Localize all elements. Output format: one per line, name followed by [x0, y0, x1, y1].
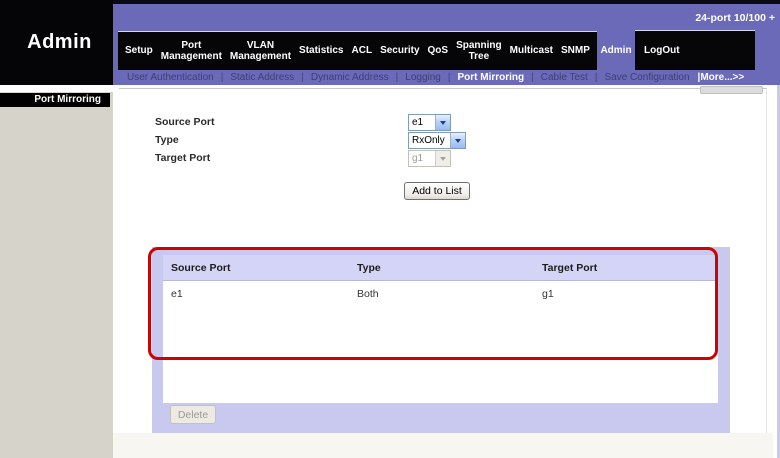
- nav-item-acl[interactable]: ACL: [349, 45, 376, 57]
- content-area: Source Port Type Target Port e1 RxOnly g…: [113, 85, 780, 458]
- mirror-list: Source Port Type Target Port e1 Both g1: [163, 255, 718, 403]
- device-model-label: 24-port 10/100 +: [695, 12, 775, 24]
- source-port-select[interactable]: e1: [408, 114, 451, 131]
- delete-button[interactable]: Delete: [170, 405, 216, 424]
- nav-item-qos[interactable]: QoS: [425, 45, 452, 57]
- sub-nav: User Authentication | Static Address | D…: [113, 70, 780, 85]
- nav-item-security[interactable]: Security: [377, 45, 422, 57]
- type-label: Type: [155, 134, 179, 146]
- page-title: Admin: [21, 31, 92, 54]
- target-port-select-disabled: g1: [408, 150, 451, 167]
- port-mirroring-page: 24-port 10/100 + Admin Setup PortManagem…: [0, 0, 780, 458]
- subnav-static-address[interactable]: Static Address: [230, 72, 294, 83]
- subnav-user-authentication[interactable]: User Authentication: [127, 72, 214, 83]
- subnav-separator: |: [595, 72, 598, 83]
- sidebar: Port Mirroring: [0, 85, 113, 458]
- content-top-divider: [119, 88, 767, 89]
- nav-item-snmp[interactable]: SNMP: [558, 45, 593, 57]
- chevron-down-icon: [450, 133, 465, 148]
- subnav-separator: |: [448, 72, 451, 83]
- nav-item-logout[interactable]: LogOut: [635, 30, 755, 70]
- subnav-separator: |: [221, 72, 224, 83]
- add-to-list-button[interactable]: Add to List: [404, 182, 470, 200]
- type-select[interactable]: RxOnly: [408, 132, 466, 149]
- subnav-more[interactable]: |More...>>: [698, 72, 745, 83]
- divider-bar: [700, 86, 763, 94]
- nav-item-admin-active[interactable]: Admin: [597, 31, 635, 70]
- column-target-port: Target Port: [542, 262, 597, 274]
- subnav-dynamic-address[interactable]: Dynamic Address: [311, 72, 389, 83]
- content-right-border: [766, 90, 767, 458]
- nav-item-vlan-management[interactable]: VLANManagement: [227, 40, 294, 63]
- main-nav: Setup PortManagement VLANManagement Stat…: [118, 31, 597, 70]
- subnav-cable-test[interactable]: Cable Test: [541, 72, 588, 83]
- sidebar-section-label: Port Mirroring: [0, 93, 110, 107]
- target-port-label: Target Port: [155, 152, 210, 164]
- mirror-list-panel: Source Port Type Target Port e1 Both g1 …: [152, 247, 730, 433]
- content-bottom-strip: [113, 433, 773, 458]
- chevron-down-icon: [435, 151, 450, 166]
- nav-item-statistics[interactable]: Statistics: [296, 45, 346, 57]
- nav-item-port-management[interactable]: PortManagement: [158, 40, 225, 63]
- nav-item-spanning-tree[interactable]: SpanningTree: [453, 40, 505, 63]
- subnav-save-configuration[interactable]: Save Configuration: [604, 72, 689, 83]
- chevron-down-icon: [435, 115, 450, 130]
- table-row[interactable]: e1 Both g1: [163, 288, 718, 302]
- subnav-port-mirroring-active[interactable]: Port Mirroring: [457, 72, 524, 83]
- nav-item-multicast[interactable]: Multicast: [507, 45, 556, 57]
- mirror-list-header: Source Port Type Target Port: [163, 255, 718, 281]
- subnav-separator: |: [301, 72, 304, 83]
- nav-item-setup[interactable]: Setup: [122, 45, 156, 57]
- subnav-logging[interactable]: Logging: [405, 72, 441, 83]
- subnav-separator: |: [396, 72, 399, 83]
- column-source-port: Source Port: [171, 262, 231, 274]
- sidebar-background: [0, 92, 113, 458]
- source-port-label: Source Port: [155, 116, 215, 128]
- column-type: Type: [357, 262, 381, 274]
- page-title-box: Admin: [0, 0, 113, 85]
- subnav-separator: |: [531, 72, 534, 83]
